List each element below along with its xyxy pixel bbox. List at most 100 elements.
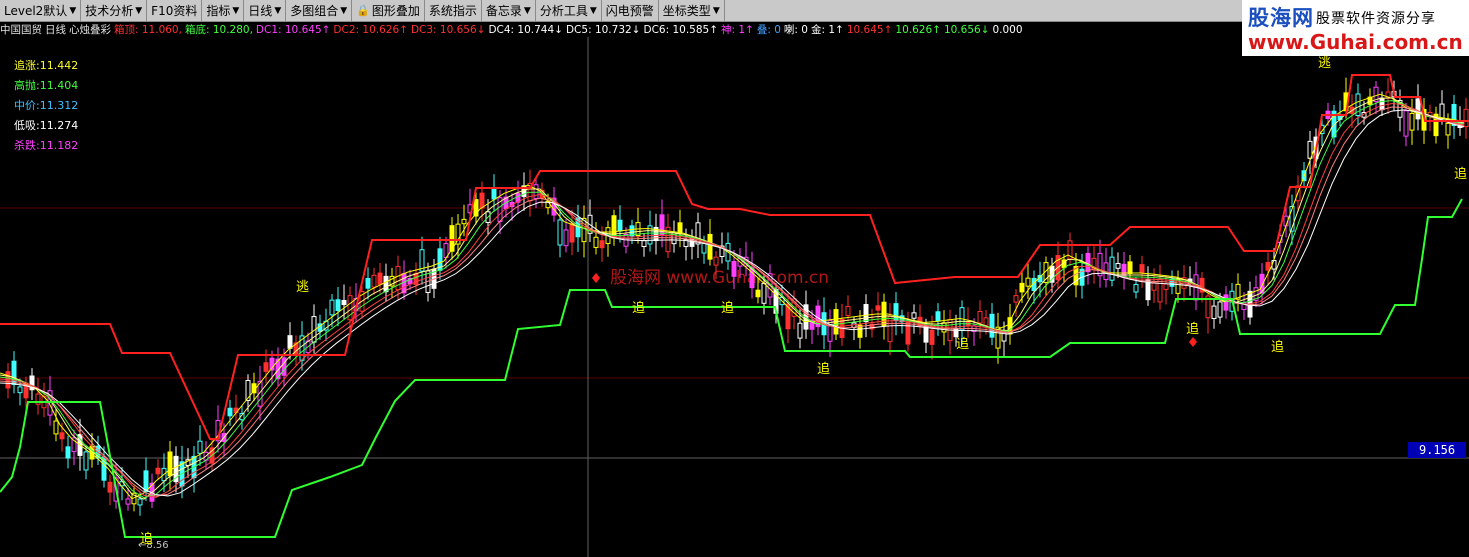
info-item: DC2: 10.626↑ [333, 24, 408, 36]
candle-body [533, 184, 539, 199]
info-item: 10.626↑ [895, 24, 941, 36]
dropdown-arrow-icon: ▼ [69, 5, 77, 16]
candle-body [1025, 277, 1031, 287]
info-item: 箱底: 10.280, [184, 24, 253, 36]
candle-body [1415, 98, 1421, 120]
candle-body [53, 420, 59, 435]
price-level-legend: 追涨:11.442 高抛:11.404 中价:11.312 低吸:11.274 杀跌:1… [14, 56, 78, 156]
dropdown-arrow-icon: ▼ [523, 5, 531, 16]
candlestick-chart[interactable]: 股海网 www.Guhai.com.cn [0, 37, 1469, 557]
candle-body [263, 362, 269, 372]
candle-body [65, 446, 71, 459]
legend-label: 追涨 [14, 59, 36, 72]
toolbar-item-4[interactable]: 日线 ▼ [244, 0, 287, 21]
toolbar-item-label: 闪电预警 [605, 4, 654, 18]
toolbar-item-label: 日线 [248, 4, 273, 18]
dropdown-arrow-icon: ▼ [340, 5, 348, 16]
candle-body [797, 322, 803, 339]
toolbar-item-label: 分析工具 [539, 4, 588, 18]
signal-chase: 追 [956, 333, 969, 352]
candle-body [17, 386, 23, 394]
candle-body [893, 303, 899, 321]
toolbar-item-10[interactable]: 闪电预警 [602, 0, 659, 21]
dropdown-arrow-icon: ▼ [712, 5, 720, 16]
toolbar-item-8[interactable]: 备忘录 ▼ [482, 0, 536, 21]
info-item: 心烛叠彩 [69, 24, 111, 36]
legend-label: 中价 [14, 99, 36, 112]
candle-body [755, 289, 761, 298]
toolbar-item-9[interactable]: 分析工具 ▼ [536, 0, 602, 21]
candle-body [977, 310, 983, 324]
signal-diamond-icon [1189, 337, 1197, 347]
toolbar-item-2[interactable]: F10资料 [147, 0, 203, 21]
dropdown-arrow-icon: ▼ [232, 5, 240, 16]
candle-body [1379, 97, 1385, 111]
indicator-info-bar: 中国国贸 日线 心烛叠彩 箱顶: 11.060, 箱底: 10.280, DC1: 10.… [0, 23, 1242, 37]
candle-body [1157, 278, 1163, 303]
toolbar-item-11[interactable]: 坐标类型 ▼ [659, 0, 725, 21]
candle-body [617, 219, 623, 232]
lock-icon: 🔒 [356, 4, 370, 17]
candle-body [701, 242, 707, 254]
toolbar-item-label: F10资料 [151, 4, 198, 18]
candle-body [1085, 252, 1091, 273]
signal-escape: 逃 [1318, 52, 1331, 71]
candle-body [923, 325, 929, 343]
candle-body [461, 218, 467, 225]
candle-body [1439, 103, 1445, 119]
candle-body [983, 317, 989, 326]
toolbar-item-label: 技术分析 [85, 4, 134, 18]
candle-body [371, 274, 377, 288]
toolbar-item-0[interactable]: Level2默认 ▼ [0, 0, 82, 21]
legend-value: 11.182 [39, 139, 79, 152]
candle-body [1217, 301, 1223, 318]
info-item: 神: 1↑ [721, 24, 754, 36]
candle-body [929, 329, 935, 345]
info-item: 叠: 0 [756, 24, 781, 36]
info-item: 10.645↑ [846, 24, 893, 36]
toolbar-item-label: 备忘录 [485, 4, 522, 18]
signal-chase: 追 [1186, 318, 1199, 337]
candle-body [107, 481, 113, 493]
toolbar-item-3[interactable]: 指标 ▼ [202, 0, 245, 21]
info-item: DC5: 10.732↓ [565, 24, 641, 36]
signal-chase: 追 [632, 297, 645, 316]
legend-row: 中价:11.312 [14, 96, 78, 116]
candle-body [1211, 305, 1217, 320]
signal-text: 追 [817, 362, 831, 377]
signal-chase: 追 [140, 528, 153, 547]
toolbar-item-5[interactable]: 多图组合 ▼ [286, 0, 353, 21]
candle-body [707, 233, 713, 260]
info-item: 中国国贸 [0, 24, 42, 36]
candle-body [911, 312, 917, 319]
candle-body [479, 192, 485, 209]
candle-body [59, 432, 65, 440]
toolbar-item-label: 系统指示 [428, 4, 477, 18]
candle-body [863, 304, 869, 323]
signal-text: 追 [1454, 167, 1468, 182]
info-item: 日线 [45, 24, 66, 36]
candle-body [287, 335, 293, 349]
legend-row: 杀跌:11.182 [14, 136, 78, 156]
candle-body [989, 313, 995, 338]
candle-body [593, 236, 599, 248]
candle-body [83, 451, 89, 471]
signal-text: 追 [1271, 340, 1285, 355]
candle-body [1163, 283, 1169, 290]
legend-value: 11.442 [39, 59, 79, 72]
toolbar-item-7[interactable]: 系统指示 [425, 0, 482, 21]
signal-text: 追 [956, 337, 970, 352]
toolbar-item-6[interactable]: 🔒 图形叠加 [352, 0, 425, 21]
info-item: 10.656↓ [943, 24, 990, 36]
candle-body [557, 219, 563, 246]
candle-body [341, 299, 347, 306]
candle-body [887, 316, 893, 343]
info-item: DC1: 10.645↑ [255, 24, 331, 36]
candle-body [875, 305, 881, 311]
candle-body [1097, 252, 1103, 277]
candle-body [329, 299, 335, 316]
candle-body [227, 407, 233, 417]
toolbar-item-1[interactable]: 技术分析 ▼ [81, 0, 148, 21]
candle-body [491, 187, 497, 200]
candle-body [569, 223, 575, 243]
